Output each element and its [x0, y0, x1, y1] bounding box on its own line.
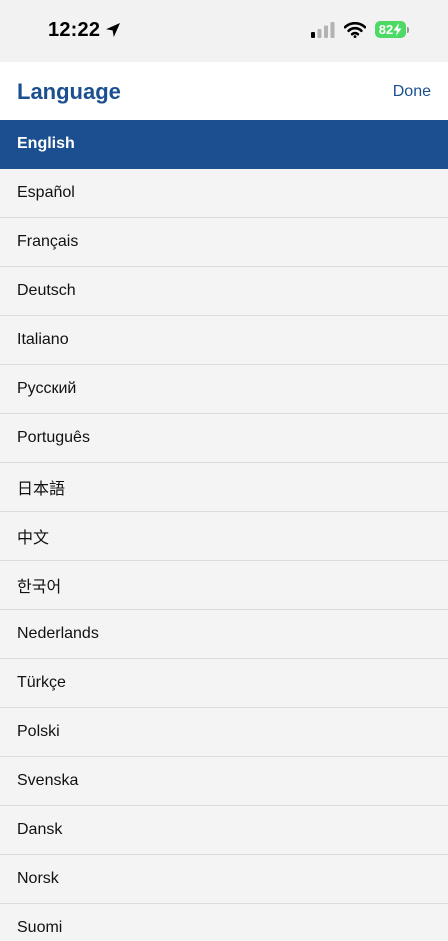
language-option[interactable]: Nederlands [0, 610, 448, 659]
language-option[interactable]: Italiano [0, 316, 448, 365]
battery-indicator: 82 [375, 21, 409, 38]
charging-bolt-icon [393, 23, 402, 36]
status-icons: 82 [311, 21, 409, 38]
language-option[interactable]: Polski [0, 708, 448, 757]
language-list: English Español Français Deutsch Italian… [0, 120, 448, 941]
status-time: 12:22 [48, 19, 101, 41]
status-bar: 12:22 82 [0, 0, 448, 62]
language-option[interactable]: Deutsch [0, 267, 448, 316]
status-time-group: 12:22 [48, 17, 122, 43]
language-option[interactable]: Türkçe [0, 659, 448, 708]
cellular-signal-icon [311, 21, 335, 38]
language-option[interactable]: Français [0, 218, 448, 267]
language-option[interactable]: Dansk [0, 806, 448, 855]
done-button[interactable]: Done [393, 81, 431, 103]
language-screen: 12:22 82 Language Done English Español F… [0, 0, 448, 941]
battery-body: 82 [375, 21, 406, 38]
navigation-header: Language Done [0, 62, 448, 120]
location-arrow-icon [106, 23, 121, 37]
language-option[interactable]: Norsk [0, 855, 448, 904]
language-option[interactable]: 中文 [0, 512, 448, 561]
language-option[interactable]: 한국어 [0, 561, 448, 610]
language-option[interactable]: Suomi [0, 904, 448, 941]
wifi-icon [344, 21, 366, 38]
language-option[interactable]: Svenska [0, 757, 448, 806]
language-option[interactable]: 日本語 [0, 463, 448, 512]
battery-level: 82 [378, 22, 394, 37]
battery-cap [407, 26, 409, 33]
language-option[interactable]: Português [0, 414, 448, 463]
language-option[interactable]: Русский [0, 365, 448, 414]
page-title: Language [17, 79, 121, 104]
language-option-selected[interactable]: English [0, 120, 448, 169]
language-option[interactable]: Español [0, 169, 448, 218]
